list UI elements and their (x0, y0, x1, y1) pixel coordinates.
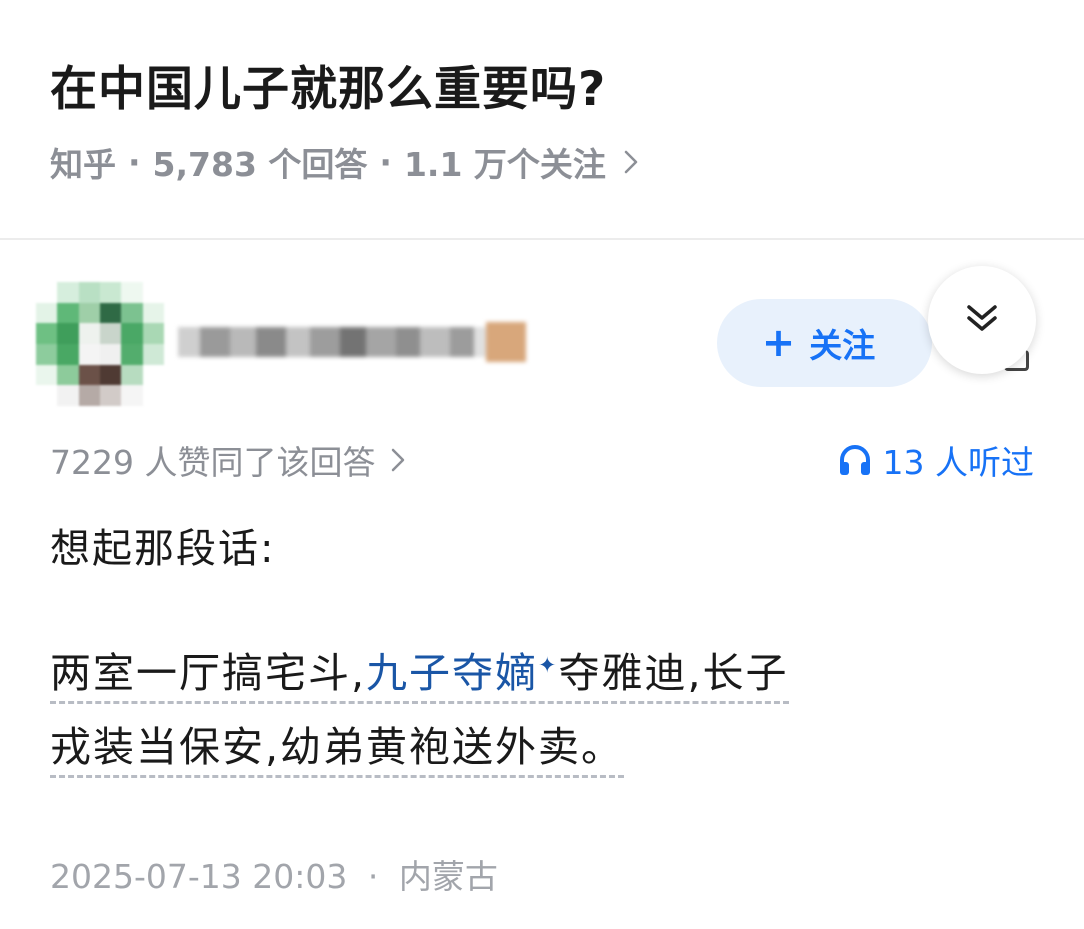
follow-label: 关注 (809, 326, 876, 365)
chevron-right-icon (391, 448, 405, 472)
headphones-icon (839, 445, 870, 475)
answer-intro: 想起那段话: (50, 526, 276, 572)
chevron-right-icon (624, 150, 638, 174)
follower-count: 1.1 万个关注 (403, 145, 606, 184)
double-chevron-down-icon (965, 301, 999, 339)
sparkle-icon: ✦ (538, 653, 559, 679)
meta-separator: · (379, 142, 392, 182)
plus-icon: + (761, 320, 796, 366)
answer-count: 5,783 个回答 (152, 145, 368, 184)
question-meta[interactable]: 知乎 · 5,783 个回答 · 1.1 万个关注 (50, 138, 638, 186)
source-label: 知乎 (50, 145, 116, 184)
keyword-link[interactable]: 九子夺嫡 (366, 649, 538, 697)
answer-line-1: 两室一厅搞宅斗,九子夺嫡✦夺雅迪,长子 (50, 649, 789, 704)
author-name[interactable] (178, 312, 538, 372)
question-title[interactable]: 在中国儿子就那么重要吗? (50, 50, 606, 119)
author-avatar[interactable] (36, 282, 164, 406)
meta-separator: · (367, 857, 379, 896)
answer-location: 内蒙古 (398, 857, 498, 896)
listen-count[interactable]: 13 人听过 (837, 436, 1034, 484)
answer-footer: 2025-07-13 20:03 · 内蒙古 (50, 850, 498, 898)
upvote-summary[interactable]: 7229 人赞同了该回答 (50, 436, 405, 484)
collapse-button[interactable] (928, 266, 1036, 374)
answer-line-2: 戎装当保安,幼弟黄袍送外卖。 (50, 723, 625, 778)
answer-date: 2025-07-13 20:03 (50, 857, 348, 896)
divider (0, 238, 1084, 240)
meta-separator: · (128, 142, 141, 182)
answer-body: 两室一厅搞宅斗,九子夺嫡✦夺雅迪,长子 戎装当保安,幼弟黄袍送外卖。 (50, 636, 1040, 784)
upvote-count: 7229 人赞同了该回答 (50, 443, 376, 482)
follow-button[interactable]: + 关注 (717, 299, 932, 387)
